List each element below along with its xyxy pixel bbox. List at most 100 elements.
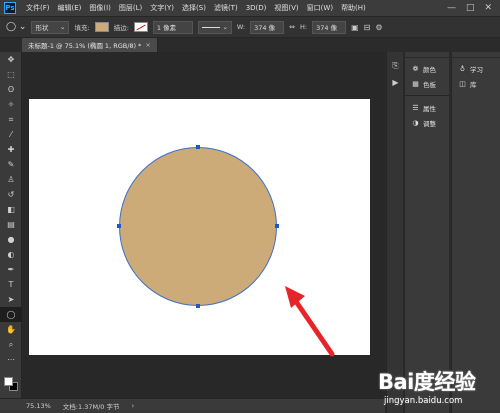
- close-icon[interactable]: ✕: [484, 3, 492, 13]
- anchor-point-bottom[interactable]: [196, 304, 200, 308]
- dodge-tool-icon[interactable]: ◐: [0, 247, 22, 262]
- stroke-width-value: 1 像素: [156, 24, 177, 32]
- foreground-color[interactable]: [4, 377, 13, 386]
- anchor-point-right[interactable]: [275, 224, 279, 228]
- width-value: 374 像: [254, 24, 276, 32]
- settings-icon[interactable]: ⚙: [375, 23, 382, 32]
- chevron-down-icon: ⌄: [60, 23, 66, 31]
- document-tab-title: 未标题-1 @ 75.1% (椭圆 1, RGB/8) *: [28, 42, 142, 50]
- eraser-tool-icon[interactable]: ◧: [0, 202, 22, 217]
- magic-wand-tool-icon[interactable]: ✧: [0, 97, 22, 112]
- blur-tool-icon[interactable]: ●: [0, 232, 22, 247]
- libraries-icon: ◫: [459, 79, 466, 88]
- properties-sliders-icon: ☰: [412, 103, 419, 112]
- more-tools-icon[interactable]: ⋯: [0, 352, 22, 367]
- menu-help[interactable]: 帮助(H): [337, 3, 370, 13]
- ellipse-shape[interactable]: [119, 147, 277, 306]
- move-tool-icon[interactable]: ✥: [0, 52, 22, 67]
- red-arrow-annotation: [285, 286, 335, 357]
- panel-header: [452, 52, 500, 58]
- maximize-icon[interactable]: □: [466, 3, 475, 13]
- lasso-tool-icon[interactable]: ʘ: [0, 82, 22, 97]
- zoom-tool-icon[interactable]: ⌕: [0, 337, 22, 352]
- menu-view[interactable]: 视图(V): [270, 3, 302, 13]
- adjustments-circle-icon: ◑: [412, 118, 419, 127]
- stroke-color-swatch[interactable]: [133, 22, 148, 32]
- gradient-tool-icon[interactable]: ▤: [0, 217, 22, 232]
- shape-mode-select[interactable]: 形状 ⌄: [31, 20, 70, 34]
- actions-play-icon[interactable]: ▶: [387, 74, 404, 90]
- menu-3d[interactable]: 3D(D): [242, 4, 271, 12]
- zoom-level[interactable]: 75.13%: [26, 402, 51, 410]
- panel-properties[interactable]: ☰ 属性: [405, 100, 449, 115]
- crop-tool-icon[interactable]: ⌗: [0, 112, 22, 127]
- color-swatches: [4, 377, 18, 391]
- ellipse-tool-icon[interactable]: ◯: [0, 307, 22, 322]
- menu-edit[interactable]: 编辑(E): [54, 3, 86, 13]
- ellipse-tool-preset-icon[interactable]: ◯ ⌄: [6, 22, 26, 32]
- document-canvas[interactable]: [29, 99, 370, 357]
- panel-color-label: 颜色: [423, 65, 436, 74]
- panel-color[interactable]: ❁ 颜色: [405, 61, 449, 76]
- menu-layer[interactable]: 图层(L): [115, 3, 146, 13]
- healing-tool-icon[interactable]: ✚: [0, 142, 22, 157]
- eyedropper-tool-icon[interactable]: ⁄: [0, 127, 22, 142]
- width-field[interactable]: 374 像: [250, 20, 285, 34]
- anchor-point-top[interactable]: [196, 145, 200, 149]
- chevron-down-icon: ⌄: [222, 23, 228, 31]
- history-brush-tool-icon[interactable]: ↺: [0, 187, 22, 202]
- clone-stamp-tool-icon[interactable]: ♙: [0, 172, 22, 187]
- menu-bar: Ps 文件(F) 编辑(E) 图像(I) 图层(L) 文字(Y) 选择(S) 滤…: [0, 0, 500, 16]
- photoshop-logo-icon[interactable]: Ps: [4, 2, 16, 14]
- menu-file[interactable]: 文件(F): [22, 3, 54, 13]
- anchor-point-left[interactable]: [117, 224, 121, 228]
- panel-learn[interactable]: ♁ 学习: [452, 61, 500, 76]
- menu-window[interactable]: 窗口(W): [303, 3, 337, 13]
- workspace: [22, 52, 385, 398]
- watermark-url: jingyan.baidu.com: [384, 396, 463, 406]
- baidu-jingyan-watermark: Bai度经验 jingyan.baidu.com: [378, 366, 500, 410]
- stroke-label: 描边:: [113, 24, 129, 32]
- watermark-logo: Bai度经验: [378, 370, 476, 394]
- stroke-type-select[interactable]: ⌄: [197, 20, 232, 34]
- hand-tool-icon[interactable]: ✋: [0, 322, 22, 337]
- shape-mode-value: 形状: [35, 24, 49, 32]
- document-info: 文档:1.37M/0 字节: [62, 403, 120, 411]
- path-operations-icon[interactable]: ▣: [351, 23, 359, 32]
- link-icon[interactable]: ⇔: [289, 23, 295, 31]
- fill-color-swatch[interactable]: [94, 22, 109, 32]
- status-menu-arrow-icon[interactable]: ›: [131, 402, 134, 410]
- menu-filter[interactable]: 滤镜(T): [210, 3, 242, 13]
- panel-libraries[interactable]: ◫ 库: [452, 76, 500, 91]
- history-panel-icon[interactable]: ⎘: [387, 58, 404, 74]
- path-selection-tool-icon[interactable]: ➤: [0, 292, 22, 307]
- swatches-grid-icon: ▦: [412, 79, 419, 88]
- brush-tool-icon[interactable]: ✎: [0, 157, 22, 172]
- height-field[interactable]: 374 像: [312, 20, 347, 34]
- document-tab[interactable]: 未标题-1 @ 75.1% (椭圆 1, RGB/8) * ×: [22, 38, 158, 52]
- stroke-width-field[interactable]: 1 像素: [152, 20, 193, 34]
- panel-properties-label: 属性: [423, 104, 436, 113]
- fill-label: 填充:: [74, 24, 90, 32]
- height-label: H:: [300, 23, 308, 31]
- minimize-icon[interactable]: —: [447, 3, 456, 13]
- panel-divider: [405, 95, 449, 96]
- status-bar: 75.13% 文档:1.37M/0 字节 ›: [0, 398, 385, 413]
- menu-image[interactable]: 图像(I): [85, 3, 115, 13]
- panel-icon-strip: ⎘ ▶: [386, 52, 403, 413]
- type-tool-icon[interactable]: T: [0, 277, 22, 292]
- menu-select[interactable]: 选择(S): [178, 3, 210, 13]
- pen-tool-icon[interactable]: ✒: [0, 262, 22, 277]
- stroke-line-sample: [201, 26, 221, 28]
- panel-column-learn: ♁ 学习 ◫ 库: [451, 52, 500, 413]
- panel-learn-label: 学习: [470, 65, 483, 74]
- options-bar: ◯ ⌄ 形状 ⌄ 填充: 描边: 1 像素 ⌄ W: 374 像 ⇔ H: 37…: [0, 16, 500, 38]
- marquee-tool-icon[interactable]: ⬚: [0, 67, 22, 82]
- panel-swatches[interactable]: ▦ 色板: [405, 76, 449, 91]
- panel-libraries-label: 库: [470, 80, 477, 89]
- panel-adjustments[interactable]: ◑ 调整: [405, 115, 449, 130]
- path-alignment-icon[interactable]: ⊟: [364, 23, 371, 32]
- menu-type[interactable]: 文字(Y): [146, 3, 178, 13]
- panel-header: [405, 52, 449, 58]
- close-tab-icon[interactable]: ×: [145, 41, 150, 49]
